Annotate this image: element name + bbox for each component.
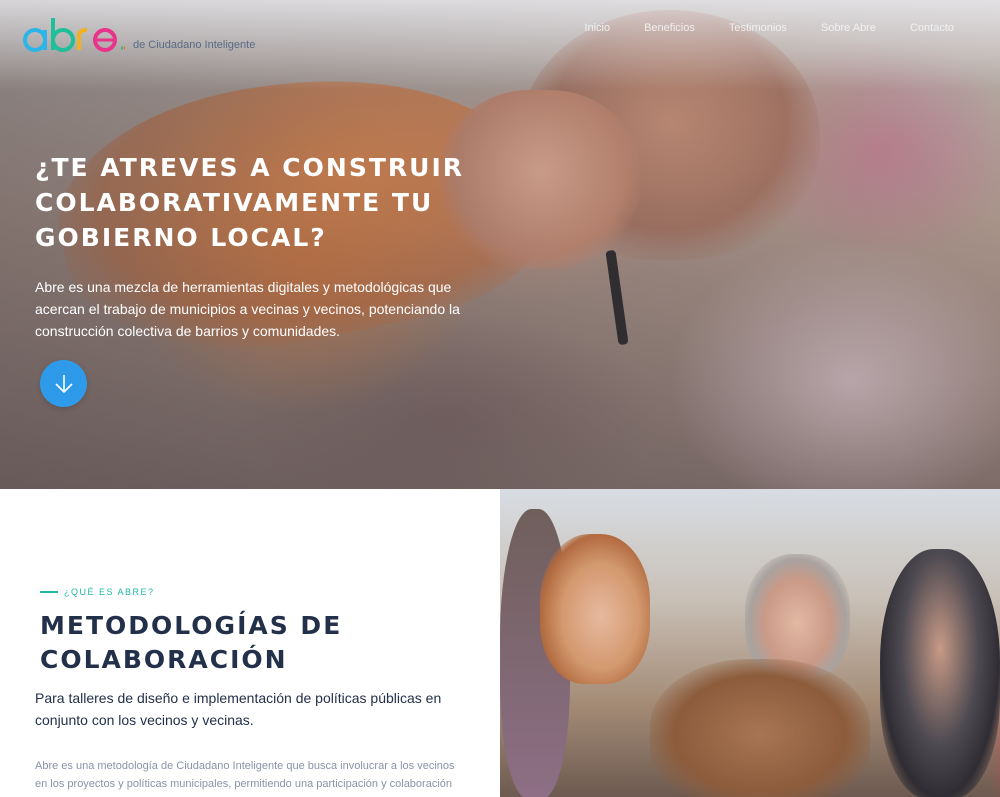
photo-person-right [880,549,1000,797]
nav-item-sobre-abre[interactable]: Sobre Abre [821,22,876,34]
photo-person-man-sweater [650,659,870,797]
about-section: ¿QUÉ ES ABRE? METODOLOGÍAS DE COLABORACI… [0,489,500,797]
nav-item-beneficios[interactable]: Beneficios [644,22,695,34]
hero-title: ¿Te atreves a construir colaborativament… [35,153,464,252]
hero-section: de Ciudadano Inteligente Inicio Benefici… [0,0,1000,489]
about-eyebrow: ¿QUÉ ES ABRE? [40,587,155,597]
scroll-down-button[interactable] [40,360,87,407]
nav-item-testimonios[interactable]: Testimonios [729,22,787,34]
about-body: Abre es una metodología de Ciudadano Int… [35,760,455,797]
about-title: METODOLOGÍAS DE COLABORACIÓN [40,611,343,674]
arrow-down-icon [54,374,73,393]
logo-tagline: de Ciudadano Inteligente [133,39,256,51]
workshop-photo [500,489,1000,797]
hero-text: Abre es una mezcla de herramientas digit… [35,279,460,339]
abre-logo-icon [23,18,125,52]
main-nav: Inicio Beneficios Testimonios Sobre Abre… [584,22,954,34]
nav-item-contacto[interactable]: Contacto [910,22,954,34]
eyebrow-label: ¿QUÉ ES ABRE? [64,587,155,597]
logo[interactable]: de Ciudadano Inteligente [23,12,255,54]
eyebrow-divider [40,591,58,593]
nav-item-inicio[interactable]: Inicio [584,22,610,34]
about-subtitle: Para talleres de diseño e implementación… [35,690,442,728]
photo-person-woman [540,534,650,684]
